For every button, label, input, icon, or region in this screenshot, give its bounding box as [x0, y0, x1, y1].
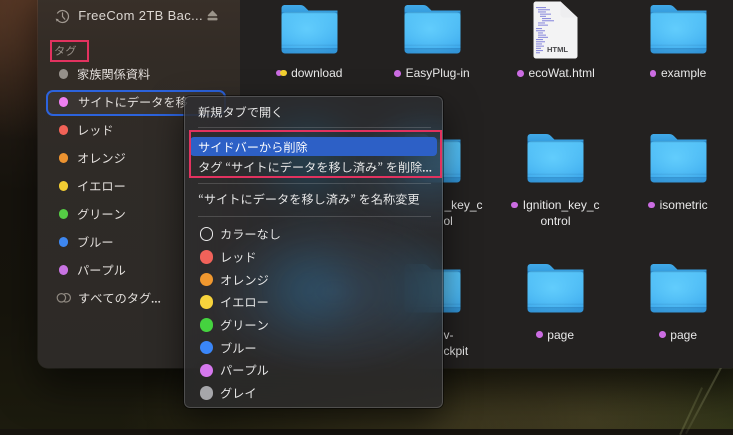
svg-text:HTML: HTML — [547, 45, 568, 54]
